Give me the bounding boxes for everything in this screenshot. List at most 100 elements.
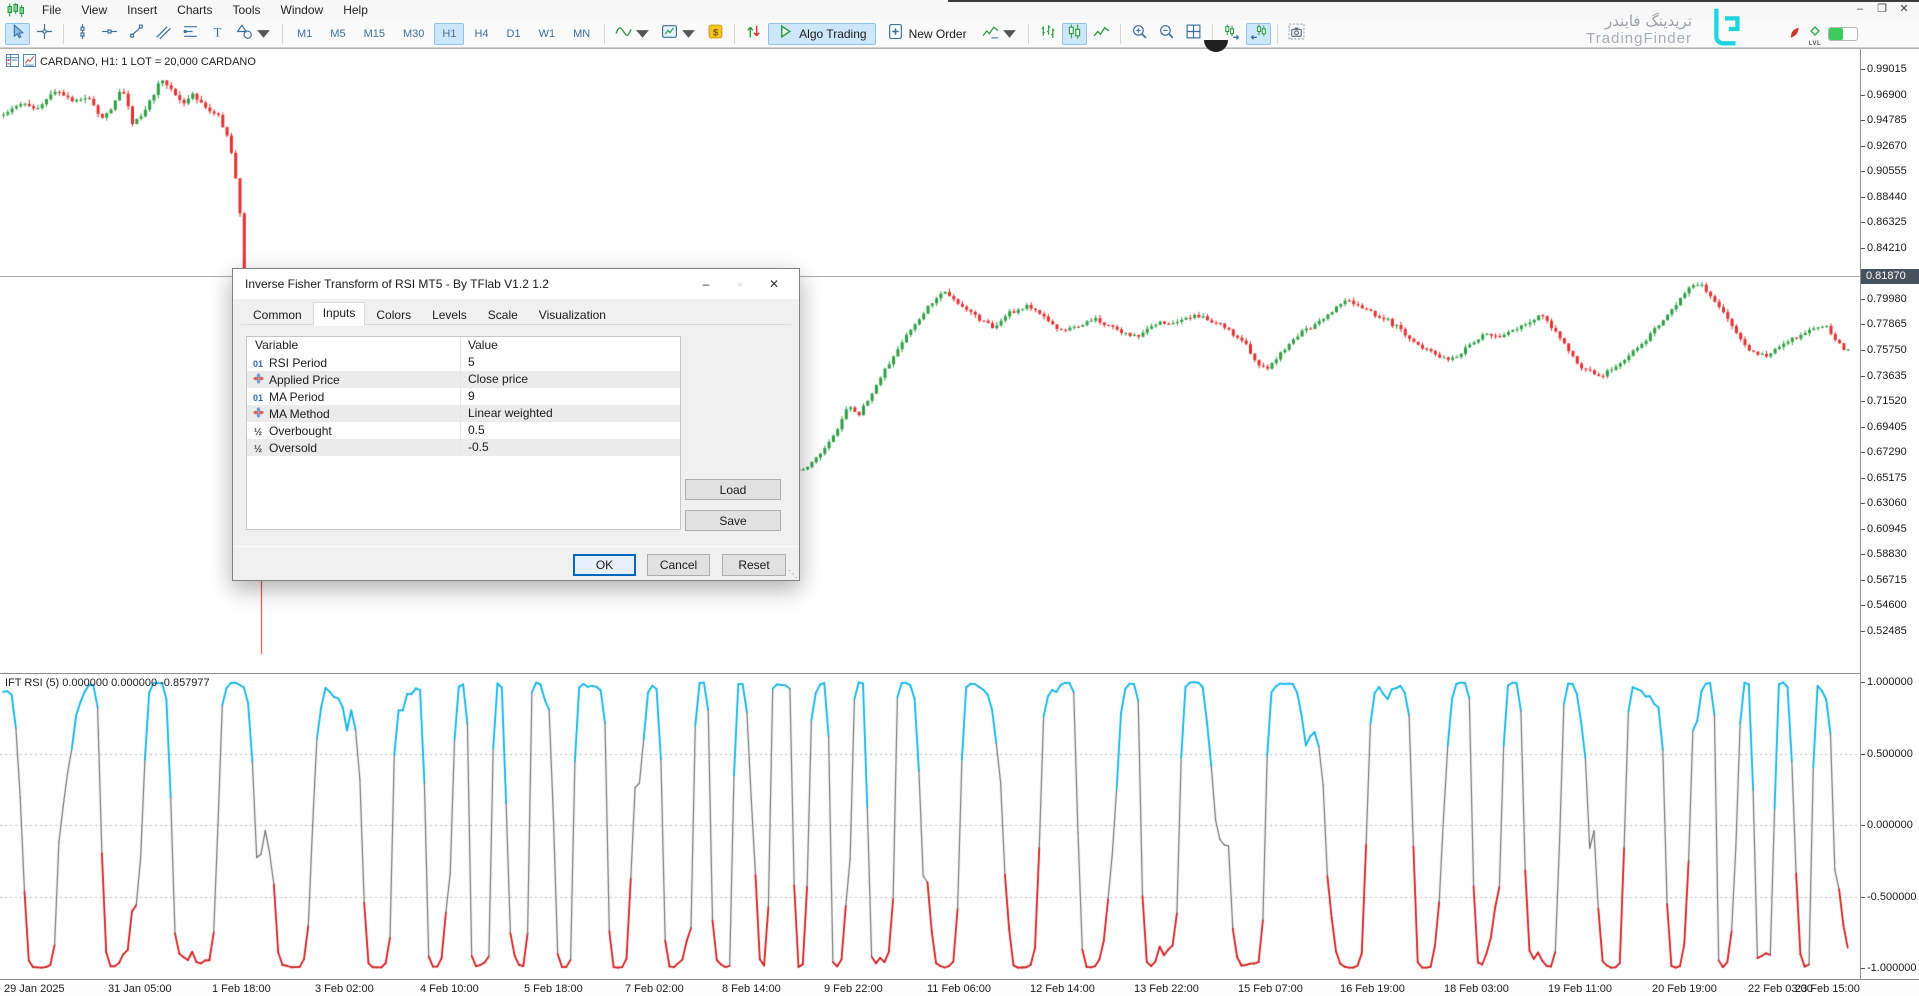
- table-rows: 01 RSI Period 5 Applied Price Close pric…: [247, 354, 680, 456]
- tab-inputs[interactable]: Inputs: [313, 302, 366, 326]
- horizontal-line-button[interactable]: [97, 23, 122, 45]
- integer-type-icon: 01: [253, 393, 263, 403]
- currency-button[interactable]: $: [703, 23, 728, 45]
- zoom-in-button[interactable]: [1127, 23, 1152, 45]
- lvl-diamond-icon: [1810, 26, 1820, 36]
- line-chart-icon: [1093, 23, 1110, 45]
- time-tick: 4 Feb 10:00: [420, 983, 479, 995]
- menu-bar: FileViewInsertChartsToolsWindowHelp: [0, 0, 1919, 20]
- timeframe-h4-button[interactable]: H4: [466, 23, 496, 45]
- reset-button[interactable]: Reset: [722, 554, 786, 576]
- param-name: Oversold: [269, 441, 460, 455]
- time-tick: 8 Feb 14:00: [722, 983, 781, 995]
- column-value: Value: [460, 337, 680, 354]
- price-tick: 0.96900: [1867, 90, 1907, 101]
- text-label-button[interactable]: T: [205, 23, 230, 45]
- equidistant-channel-button[interactable]: [151, 23, 176, 45]
- indicators-button[interactable]: [611, 23, 655, 45]
- ok-button[interactable]: OK: [573, 554, 636, 576]
- line-chart-button[interactable]: [1089, 23, 1114, 45]
- timeframe-mn-button[interactable]: MN: [565, 23, 598, 45]
- tab-scale[interactable]: Scale: [478, 303, 528, 326]
- timeframe-m30-button[interactable]: M30: [395, 23, 432, 45]
- save-button[interactable]: Save: [685, 510, 781, 531]
- window-restore-button[interactable]: ❐: [1871, 2, 1893, 17]
- timeframe-w1-button[interactable]: W1: [531, 23, 564, 45]
- resize-grip[interactable]: ⋱: [788, 570, 798, 580]
- fibonacci-button[interactable]: [178, 23, 203, 45]
- chart-shift-button[interactable]: [1246, 23, 1271, 45]
- param-value[interactable]: 0.5: [460, 422, 680, 439]
- pane-separator[interactable]: [0, 673, 1919, 674]
- tab-colors[interactable]: Colors: [366, 303, 421, 326]
- trendline-button[interactable]: [124, 23, 149, 45]
- bars-chart-button[interactable]: [1035, 23, 1060, 45]
- param-value[interactable]: 5: [460, 354, 680, 371]
- param-value[interactable]: Linear weighted: [460, 405, 680, 422]
- menu-help[interactable]: Help: [333, 3, 378, 17]
- load-button[interactable]: Load: [685, 479, 781, 500]
- cursor-icon: [9, 23, 26, 45]
- menu-view[interactable]: View: [71, 3, 117, 17]
- menu-tools[interactable]: Tools: [223, 3, 271, 17]
- dialog-title-bar[interactable]: Inverse Fisher Transform of RSI MT5 - By…: [233, 269, 799, 299]
- param-row-rsi-period[interactable]: 01 RSI Period 5: [247, 354, 680, 371]
- time-tick: 29 Jan 2025: [4, 983, 65, 995]
- timeframe-m15-button[interactable]: M15: [356, 23, 393, 45]
- price-scale[interactable]: 0.81870 0.990150.969000.947850.926700.90…: [1860, 49, 1919, 979]
- menu-insert[interactable]: Insert: [117, 3, 167, 17]
- svg-text:T: T: [214, 25, 222, 39]
- param-value[interactable]: -0.5: [460, 439, 680, 456]
- buy-sell-arrows-button[interactable]: [741, 23, 766, 45]
- param-value[interactable]: Close price: [460, 371, 680, 388]
- svg-text:$: $: [713, 27, 719, 38]
- zoom-out-button[interactable]: [1154, 23, 1179, 45]
- new-order-button[interactable]: New Order: [878, 23, 976, 45]
- connection-toggle[interactable]: [1828, 27, 1858, 41]
- vertical-line-icon: [74, 23, 91, 45]
- menu-file[interactable]: File: [32, 3, 71, 17]
- chart-template-button[interactable]: [657, 23, 701, 45]
- crosshair-button[interactable]: [32, 23, 57, 45]
- column-variable: Variable: [247, 337, 460, 354]
- quotes-chart-button[interactable]: [978, 23, 1022, 45]
- tile-windows-button[interactable]: [1181, 23, 1206, 45]
- dialog-maximize-button[interactable]: ▫: [723, 277, 757, 291]
- dialog-minimize-button[interactable]: –: [689, 277, 723, 291]
- param-row-ma-method[interactable]: MA Method Linear weighted: [247, 405, 680, 422]
- candles-chart-button[interactable]: [1062, 23, 1087, 45]
- time-axis[interactable]: 29 Jan 202531 Jan 05:001 Feb 18:003 Feb …: [0, 979, 1919, 996]
- param-row-overbought[interactable]: ½ Overbought 0.5: [247, 422, 680, 439]
- time-tick: 19 Feb 11:00: [1548, 983, 1612, 995]
- timeframe-m5-button[interactable]: M5: [322, 23, 353, 45]
- screenshot-button[interactable]: [1284, 23, 1309, 45]
- cursor-button[interactable]: [5, 23, 30, 45]
- dialog-title: Inverse Fisher Transform of RSI MT5 - By…: [245, 277, 689, 291]
- bars-chart-icon: [1039, 23, 1056, 45]
- vertical-line-button[interactable]: [70, 23, 95, 45]
- timeframe-d1-button[interactable]: D1: [499, 23, 529, 45]
- param-value[interactable]: 9: [460, 388, 680, 405]
- tile-windows-icon: [1185, 23, 1202, 45]
- window-minimize-button[interactable]: –: [1849, 2, 1871, 17]
- param-row-applied-price[interactable]: Applied Price Close price: [247, 371, 680, 388]
- window-close-button[interactable]: ✕: [1893, 2, 1915, 17]
- price-tick: 0.56715: [1867, 575, 1907, 586]
- param-row-ma-period[interactable]: 01 MA Period 9: [247, 388, 680, 405]
- menu-charts[interactable]: Charts: [167, 3, 222, 17]
- menu-window[interactable]: Window: [271, 3, 334, 17]
- dialog-close-button[interactable]: ✕: [757, 277, 791, 291]
- price-tick: 0.63060: [1867, 498, 1907, 509]
- cancel-button[interactable]: Cancel: [647, 554, 710, 576]
- tab-common[interactable]: Common: [243, 303, 312, 326]
- osc-tick: 0.500000: [1867, 749, 1913, 760]
- algo-trading-button[interactable]: Algo Trading: [768, 23, 875, 45]
- text-label-icon: T: [209, 23, 226, 45]
- timeframe-h1-button[interactable]: H1: [434, 23, 464, 45]
- tab-visualization[interactable]: Visualization: [529, 303, 616, 326]
- param-row-oversold[interactable]: ½ Oversold -0.5: [247, 439, 680, 456]
- shapes-button[interactable]: [232, 23, 276, 45]
- indicator-canvas[interactable]: [0, 673, 1860, 979]
- tab-levels[interactable]: Levels: [422, 303, 477, 326]
- timeframe-m1-button[interactable]: M1: [289, 23, 320, 45]
